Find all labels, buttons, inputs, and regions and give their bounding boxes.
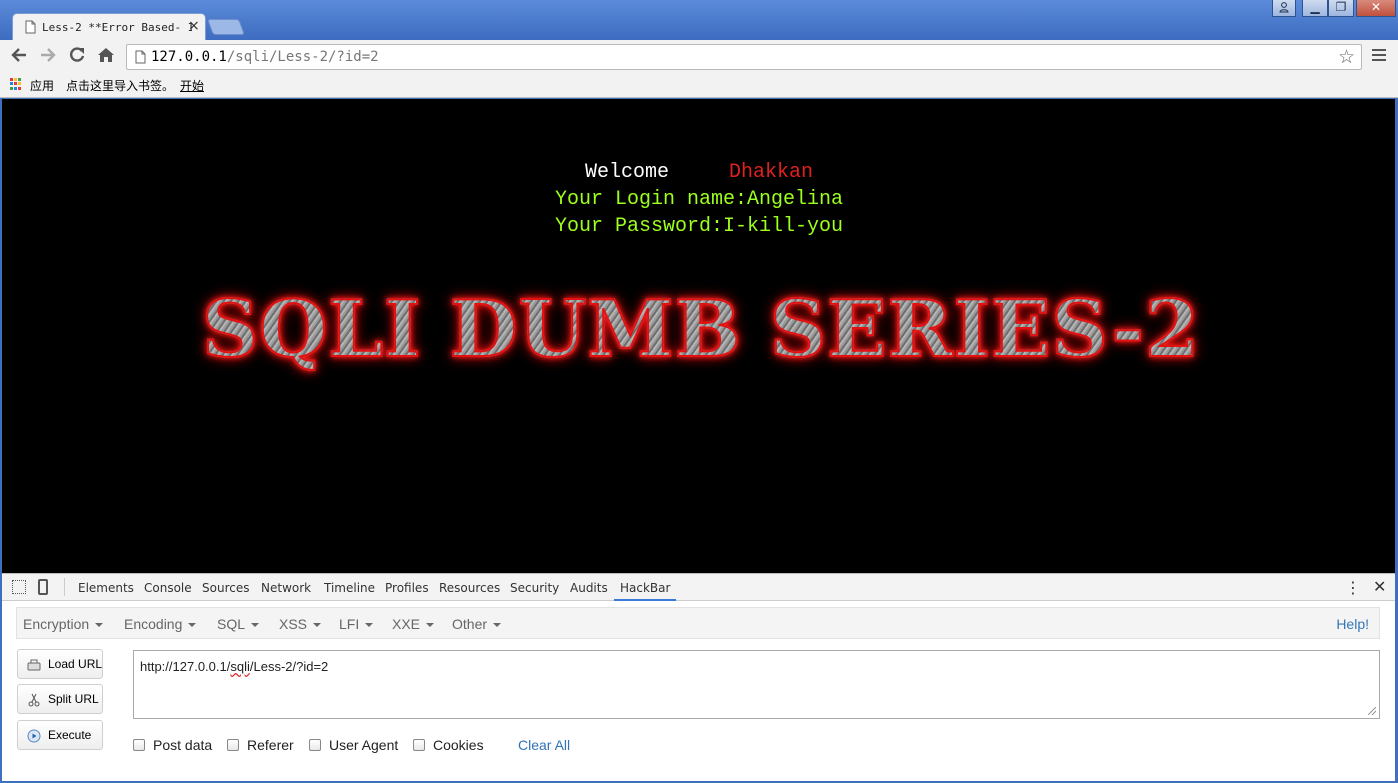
tab-hackbar[interactable]: HackBar: [614, 581, 677, 601]
menu-xxe[interactable]: XXE: [392, 616, 434, 632]
scissors-icon: [28, 693, 40, 707]
load-url-label: Load URL: [48, 657, 103, 671]
browser-tab[interactable]: Less-2 **Error Based- I ×: [12, 13, 206, 40]
load-url-icon: [27, 659, 41, 671]
profile-icon[interactable]: [1272, 0, 1296, 17]
post-data-label: Post data: [153, 737, 213, 753]
clear-all-link[interactable]: Clear All: [518, 737, 570, 753]
help-link[interactable]: Help!: [1336, 616, 1369, 632]
minimize-button[interactable]: ▁: [1302, 0, 1328, 17]
welcome-user: Dhakkan: [729, 161, 814, 184]
execute-label: Execute: [48, 728, 92, 742]
post-data-checkbox[interactable]: Post data: [133, 737, 212, 753]
cookies-checkbox[interactable]: Cookies: [413, 737, 484, 753]
checkbox-box[interactable]: [413, 739, 425, 751]
menu-encryption[interactable]: Encryption: [23, 616, 103, 632]
apps-link[interactable]: 应用: [30, 77, 54, 94]
login-name-line: Your Login name:Angelina: [555, 188, 844, 211]
cookies-label: Cookies: [433, 737, 484, 753]
home-icon[interactable]: [95, 46, 117, 68]
user-agent-label: User Agent: [329, 737, 399, 753]
welcome-line: Welcome Dhakkan: [585, 161, 813, 184]
menu-other[interactable]: Other: [452, 616, 501, 632]
forward-arrow-icon[interactable]: [37, 46, 59, 68]
sqli-banner-logo: SQLI DUMB SERIES-2: [201, 284, 1201, 376]
password-line: Your Password:I-kill-you: [555, 215, 844, 238]
hackbar-url-textarea[interactable]: http://127.0.0.1/sqli/Less-2/?id=2: [133, 650, 1380, 719]
bookmarks-bar: 应用 点击这里导入书签。 开始: [0, 72, 1398, 98]
split-url-label: Split URL: [48, 692, 99, 706]
menu-lfi[interactable]: LFI: [339, 616, 373, 632]
url-host: 127.0.0.1: [151, 49, 227, 65]
tab-resources[interactable]: Resources: [439, 581, 500, 595]
new-tab-button[interactable]: [207, 19, 245, 35]
close-window-button[interactable]: ✕: [1356, 0, 1396, 17]
browser-toolbar: 127.0.0.1/sqli/Less-2/?id=2 ☆: [0, 40, 1398, 72]
checkbox-box[interactable]: [309, 739, 321, 751]
tab-console[interactable]: Console: [144, 581, 192, 595]
tab-title: Less-2 **Error Based- I: [42, 21, 192, 34]
tab-timeline[interactable]: Timeline: [324, 581, 375, 595]
referer-label: Referer: [247, 737, 294, 753]
start-link[interactable]: 开始: [180, 77, 204, 94]
url-rest: /Less-2/?id=2: [249, 659, 329, 674]
address-url: 127.0.0.1/sqli/Less-2/?id=2: [151, 49, 379, 65]
title-bar: Less-2 **Error Based- I × ▁ ❐ ✕: [0, 0, 1398, 40]
inspect-element-icon[interactable]: [12, 580, 26, 594]
menu-encoding[interactable]: Encoding: [124, 616, 196, 632]
more-options-icon[interactable]: ⋮: [1345, 578, 1361, 597]
page-content: Welcome Dhakkan Your Login name:Angelina…: [2, 99, 1395, 573]
browser-window: Less-2 **Error Based- I × ▁ ❐ ✕ 127.0.0.…: [0, 0, 1398, 783]
address-bar[interactable]: 127.0.0.1/sqli/Less-2/?id=2 ☆: [126, 44, 1362, 70]
split-url-button[interactable]: Split URL: [17, 684, 103, 714]
hackbar-menu: Encryption Encoding SQL XSS LFI XXE Othe…: [16, 607, 1380, 639]
apps-grid-icon[interactable]: [10, 78, 22, 90]
menu-xss[interactable]: XSS: [279, 616, 321, 632]
tab-close-icon[interactable]: ×: [188, 18, 200, 34]
play-icon: [27, 729, 41, 743]
url-sqli: sqli: [230, 659, 250, 674]
toolbar-divider: [64, 578, 65, 596]
menu-sql[interactable]: SQL: [217, 616, 259, 632]
tab-network[interactable]: Network: [261, 581, 311, 595]
welcome-text: Welcome: [585, 161, 670, 184]
close-devtools-icon[interactable]: ✕: [1373, 577, 1386, 596]
referer-checkbox[interactable]: Referer: [227, 737, 294, 753]
resize-grip-icon[interactable]: [1368, 707, 1376, 715]
device-mode-icon[interactable]: [38, 579, 48, 595]
tab-security[interactable]: Security: [510, 581, 559, 595]
url-path: /sqli/Less-2/?id=2: [226, 49, 379, 65]
tab-sources[interactable]: Sources: [202, 581, 249, 595]
import-bookmarks-hint: 点击这里导入书签。: [66, 79, 175, 93]
load-url-button[interactable]: Load URL: [17, 649, 103, 679]
checkbox-box[interactable]: [133, 739, 145, 751]
page-icon: [135, 50, 146, 64]
bookmark-star-icon[interactable]: ☆: [1338, 46, 1355, 68]
tab-profiles[interactable]: Profiles: [385, 581, 429, 595]
url-prefix: http://127.0.0.1/: [140, 659, 231, 674]
maximize-button[interactable]: ❐: [1328, 0, 1354, 17]
devtools-tabbar: Elements Console Sources Network Timelin…: [2, 574, 1395, 601]
back-arrow-icon[interactable]: [8, 46, 30, 68]
hamburger-menu-icon[interactable]: [1370, 46, 1388, 64]
reload-icon[interactable]: [66, 46, 88, 68]
tab-audits[interactable]: Audits: [570, 581, 608, 595]
user-agent-checkbox[interactable]: User Agent: [309, 737, 398, 753]
tab-elements[interactable]: Elements: [78, 581, 134, 595]
page-icon: [25, 20, 36, 34]
checkbox-box[interactable]: [227, 739, 239, 751]
devtools-panel: Elements Console Sources Network Timelin…: [2, 573, 1395, 781]
execute-button[interactable]: Execute: [17, 720, 103, 750]
